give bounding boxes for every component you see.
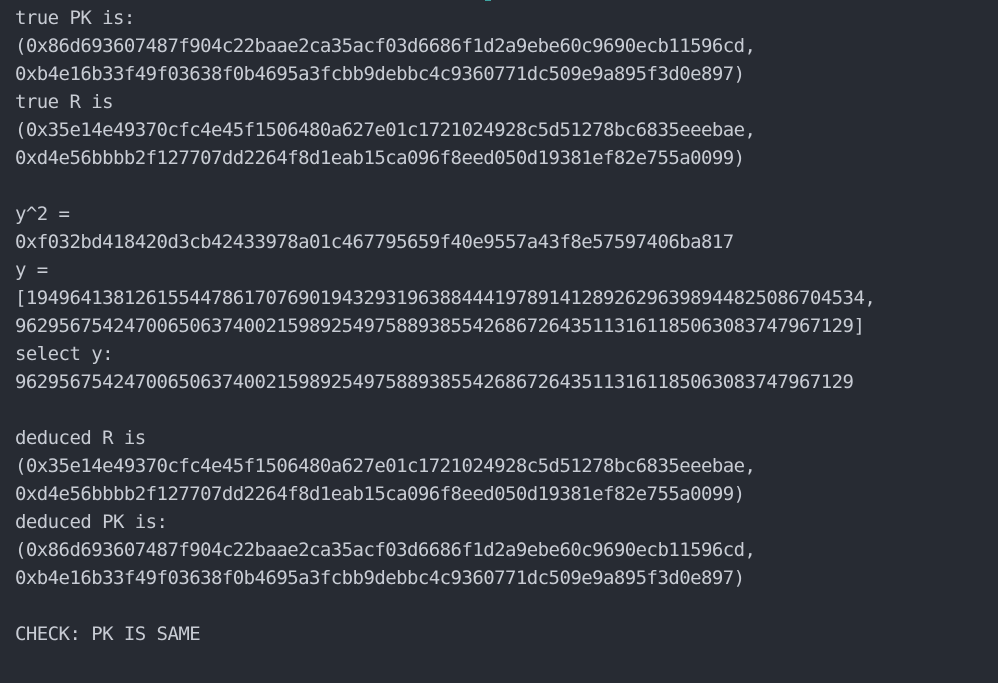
output-line-check-result: CHECK: PK IS SAME bbox=[15, 623, 201, 645]
output-line-deduced-pk-x: (0x86d693607487f904c22baae2ca35acf03d668… bbox=[15, 539, 756, 561]
output-line-true-r-y: 0xd4e56bbbb2f127707dd2264f8d1eab15ca096f… bbox=[15, 147, 745, 169]
output-line-y-squared-label: y^2 = bbox=[15, 203, 70, 225]
output-line-y-root-2: 9629567542470065063740021598925497588938… bbox=[15, 315, 865, 337]
output-line-deduced-r-x: (0x35e14e49370cfc4e45f1506480a627e01c172… bbox=[15, 455, 756, 477]
output-line-y-squared-value: 0xf032bd418420d3cb42433978a01c467795659f… bbox=[15, 231, 734, 253]
output-line-true-r-label: true R is bbox=[15, 91, 114, 113]
terminal-output: true PK is: (0x86d693607487f904c22baae2c… bbox=[0, 0, 998, 683]
clipped-previous-line bbox=[15, 0, 491, 14]
output-line-true-r-x: (0x35e14e49370cfc4e45f1506480a627e01c172… bbox=[15, 119, 756, 141]
output-line-y-label: y = bbox=[15, 259, 48, 281]
cursor-mark-icon bbox=[485, 0, 491, 1]
output-line-deduced-r-label: deduced R is bbox=[15, 427, 146, 449]
output-line-blank bbox=[15, 396, 998, 424]
output-line-deduced-r-y: 0xd4e56bbbb2f127707dd2264f8d1eab15ca096f… bbox=[15, 483, 745, 505]
output-line-y-root-1: [194964138126155447861707690194329319638… bbox=[15, 287, 876, 309]
output-line-select-y-label: select y: bbox=[15, 343, 114, 365]
output-line-select-y-value: 9629567542470065063740021598925497588938… bbox=[15, 371, 854, 393]
output-line-true-pk-y: 0xb4e16b33f49f03638f0b4695a3fcbb9debbc4c… bbox=[15, 63, 745, 85]
output-line-blank bbox=[15, 592, 998, 620]
output-line-deduced-pk-label: deduced PK is: bbox=[15, 511, 168, 533]
output-line-true-pk-x: (0x86d693607487f904c22baae2ca35acf03d668… bbox=[15, 35, 756, 57]
output-line-deduced-pk-y: 0xb4e16b33f49f03638f0b4695a3fcbb9debbc4c… bbox=[15, 567, 745, 589]
output-line-blank bbox=[15, 172, 998, 200]
